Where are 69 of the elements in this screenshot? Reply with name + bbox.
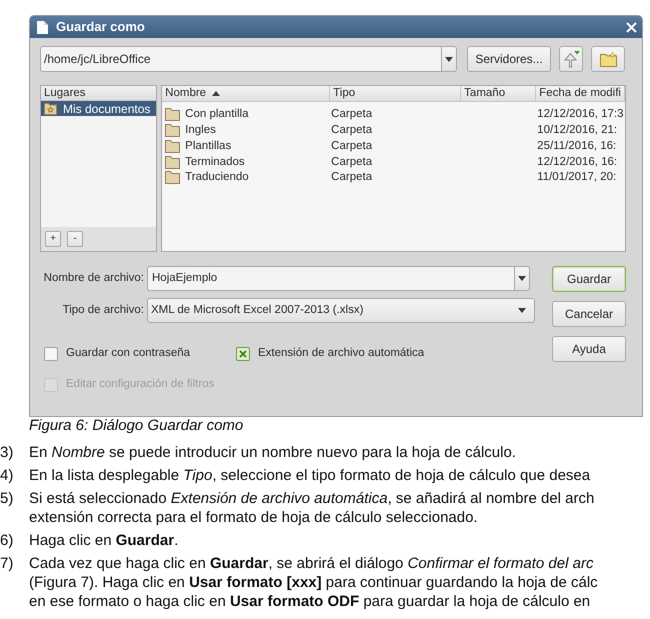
column-header[interactable]: Tipo bbox=[330, 86, 462, 102]
caret-down-icon bbox=[445, 56, 453, 62]
star-folder-icon bbox=[44, 102, 57, 114]
step-text: En la lista desplegable Tipo, seleccione el tipo formato de hoja de cálculo que desea bbox=[29, 466, 590, 484]
file-date: 25/11/2016, 16: bbox=[537, 138, 616, 154]
column-header[interactable]: Tamaño bbox=[461, 86, 536, 102]
file-type-select[interactable]: XML de Microsoft Excel 2007-2013 (.xlsx) bbox=[147, 298, 535, 323]
file-date: 12/12/2016, 17:3 bbox=[537, 107, 624, 122]
dropdown-button[interactable] bbox=[515, 266, 530, 291]
file-name: Traduciendo bbox=[185, 170, 249, 186]
file-name: Ingles bbox=[185, 123, 216, 138]
caret-down-icon bbox=[518, 308, 526, 313]
folder-icon bbox=[165, 156, 180, 169]
column-header[interactable]: Nombre bbox=[162, 86, 330, 102]
new-folder-button[interactable] bbox=[591, 46, 625, 72]
folder-icon bbox=[165, 140, 180, 153]
checkbox-label: Editar configuración de filtros bbox=[66, 377, 214, 392]
places-button[interactable]: - bbox=[67, 231, 83, 247]
up-arrow-icon bbox=[562, 50, 580, 68]
step-number: 7) bbox=[0, 554, 14, 574]
up-button[interactable] bbox=[559, 46, 583, 72]
file-date: 12/12/2016, 16: bbox=[537, 154, 618, 170]
file-type: Carpeta bbox=[331, 107, 372, 122]
column-header[interactable]: Fecha de modifi bbox=[536, 86, 625, 102]
step-number: 5) bbox=[0, 488, 14, 508]
servers-button[interactable]: Servidores... bbox=[467, 46, 551, 72]
sort-up-icon bbox=[212, 91, 220, 96]
caret-down-icon bbox=[518, 276, 526, 281]
step-text: Haga clic en Guardar. bbox=[29, 530, 178, 550]
field-label: Tipo de archivo: bbox=[62, 302, 144, 318]
step-number: 3) bbox=[0, 442, 14, 462]
dropdown-button[interactable] bbox=[442, 46, 457, 72]
step-number: 4) bbox=[0, 466, 14, 484]
filename-field[interactable]: HojaEjemplo bbox=[147, 266, 515, 291]
step-text: En Nombre se puede introducir un nombre nuevo para la hoja de cálculo. bbox=[29, 442, 516, 462]
cross-mark-icon bbox=[239, 350, 247, 358]
places-button[interactable]: + bbox=[45, 231, 61, 247]
file-type: Carpeta bbox=[331, 154, 372, 170]
close-icon bbox=[626, 22, 636, 32]
path-field[interactable]: /home/jc/LibreOffice bbox=[40, 46, 442, 72]
window-title: Guardar como bbox=[56, 18, 145, 36]
file-name: Plantillas bbox=[185, 138, 232, 154]
step-number: 6) bbox=[0, 530, 14, 550]
step-text: Cada vez que haga clic en Guardar, se abrirá el diálogo Confirmar el formato del arc (Figura 7). Haga clic en Usar formato [xxx] para continuar guardando la hoja de cálc en ese formato o haga clic en Usar formato ODF para guardar la hoja de cálculo en bbox=[29, 554, 598, 610]
folder-icon bbox=[165, 171, 180, 184]
checkbox[interactable] bbox=[44, 346, 58, 361]
file-date: 11/01/2017, 20: bbox=[537, 170, 616, 186]
file-name: Terminados bbox=[185, 154, 245, 170]
dialog-button[interactable]: Guardar bbox=[552, 266, 626, 292]
file-name: Con plantilla bbox=[185, 107, 248, 122]
step-text: Si está seleccionado Extensión de archivo automática, se añadirá al nombre del arch extensión correcta para el formato de hoja de cálculo seleccionado. bbox=[29, 488, 594, 526]
file-date: 10/12/2016, 21: bbox=[537, 123, 618, 138]
file-type: Carpeta bbox=[331, 170, 372, 186]
new-folder-icon bbox=[600, 52, 616, 66]
dialog-button[interactable]: Ayuda bbox=[552, 336, 626, 362]
file-type: Carpeta bbox=[331, 138, 372, 154]
dialog-button[interactable]: Cancelar bbox=[552, 301, 626, 327]
checkbox-label[interactable]: Guardar con contraseña bbox=[66, 345, 190, 362]
folder-icon bbox=[165, 108, 180, 122]
places-header: Lugares bbox=[41, 86, 156, 101]
folder-icon bbox=[165, 124, 180, 138]
document-icon bbox=[37, 20, 48, 34]
close-button[interactable] bbox=[624, 20, 638, 34]
checkbox-label[interactable]: Extensión de archivo automática bbox=[258, 345, 424, 362]
figure-caption: Figura 6: Diálogo Guardar como bbox=[29, 416, 244, 434]
field-label: Nombre de archivo: bbox=[42, 270, 144, 286]
places-item[interactable]: Mis documentos bbox=[41, 101, 156, 116]
file-type: Carpeta bbox=[331, 123, 372, 138]
checkbox[interactable] bbox=[236, 346, 250, 361]
